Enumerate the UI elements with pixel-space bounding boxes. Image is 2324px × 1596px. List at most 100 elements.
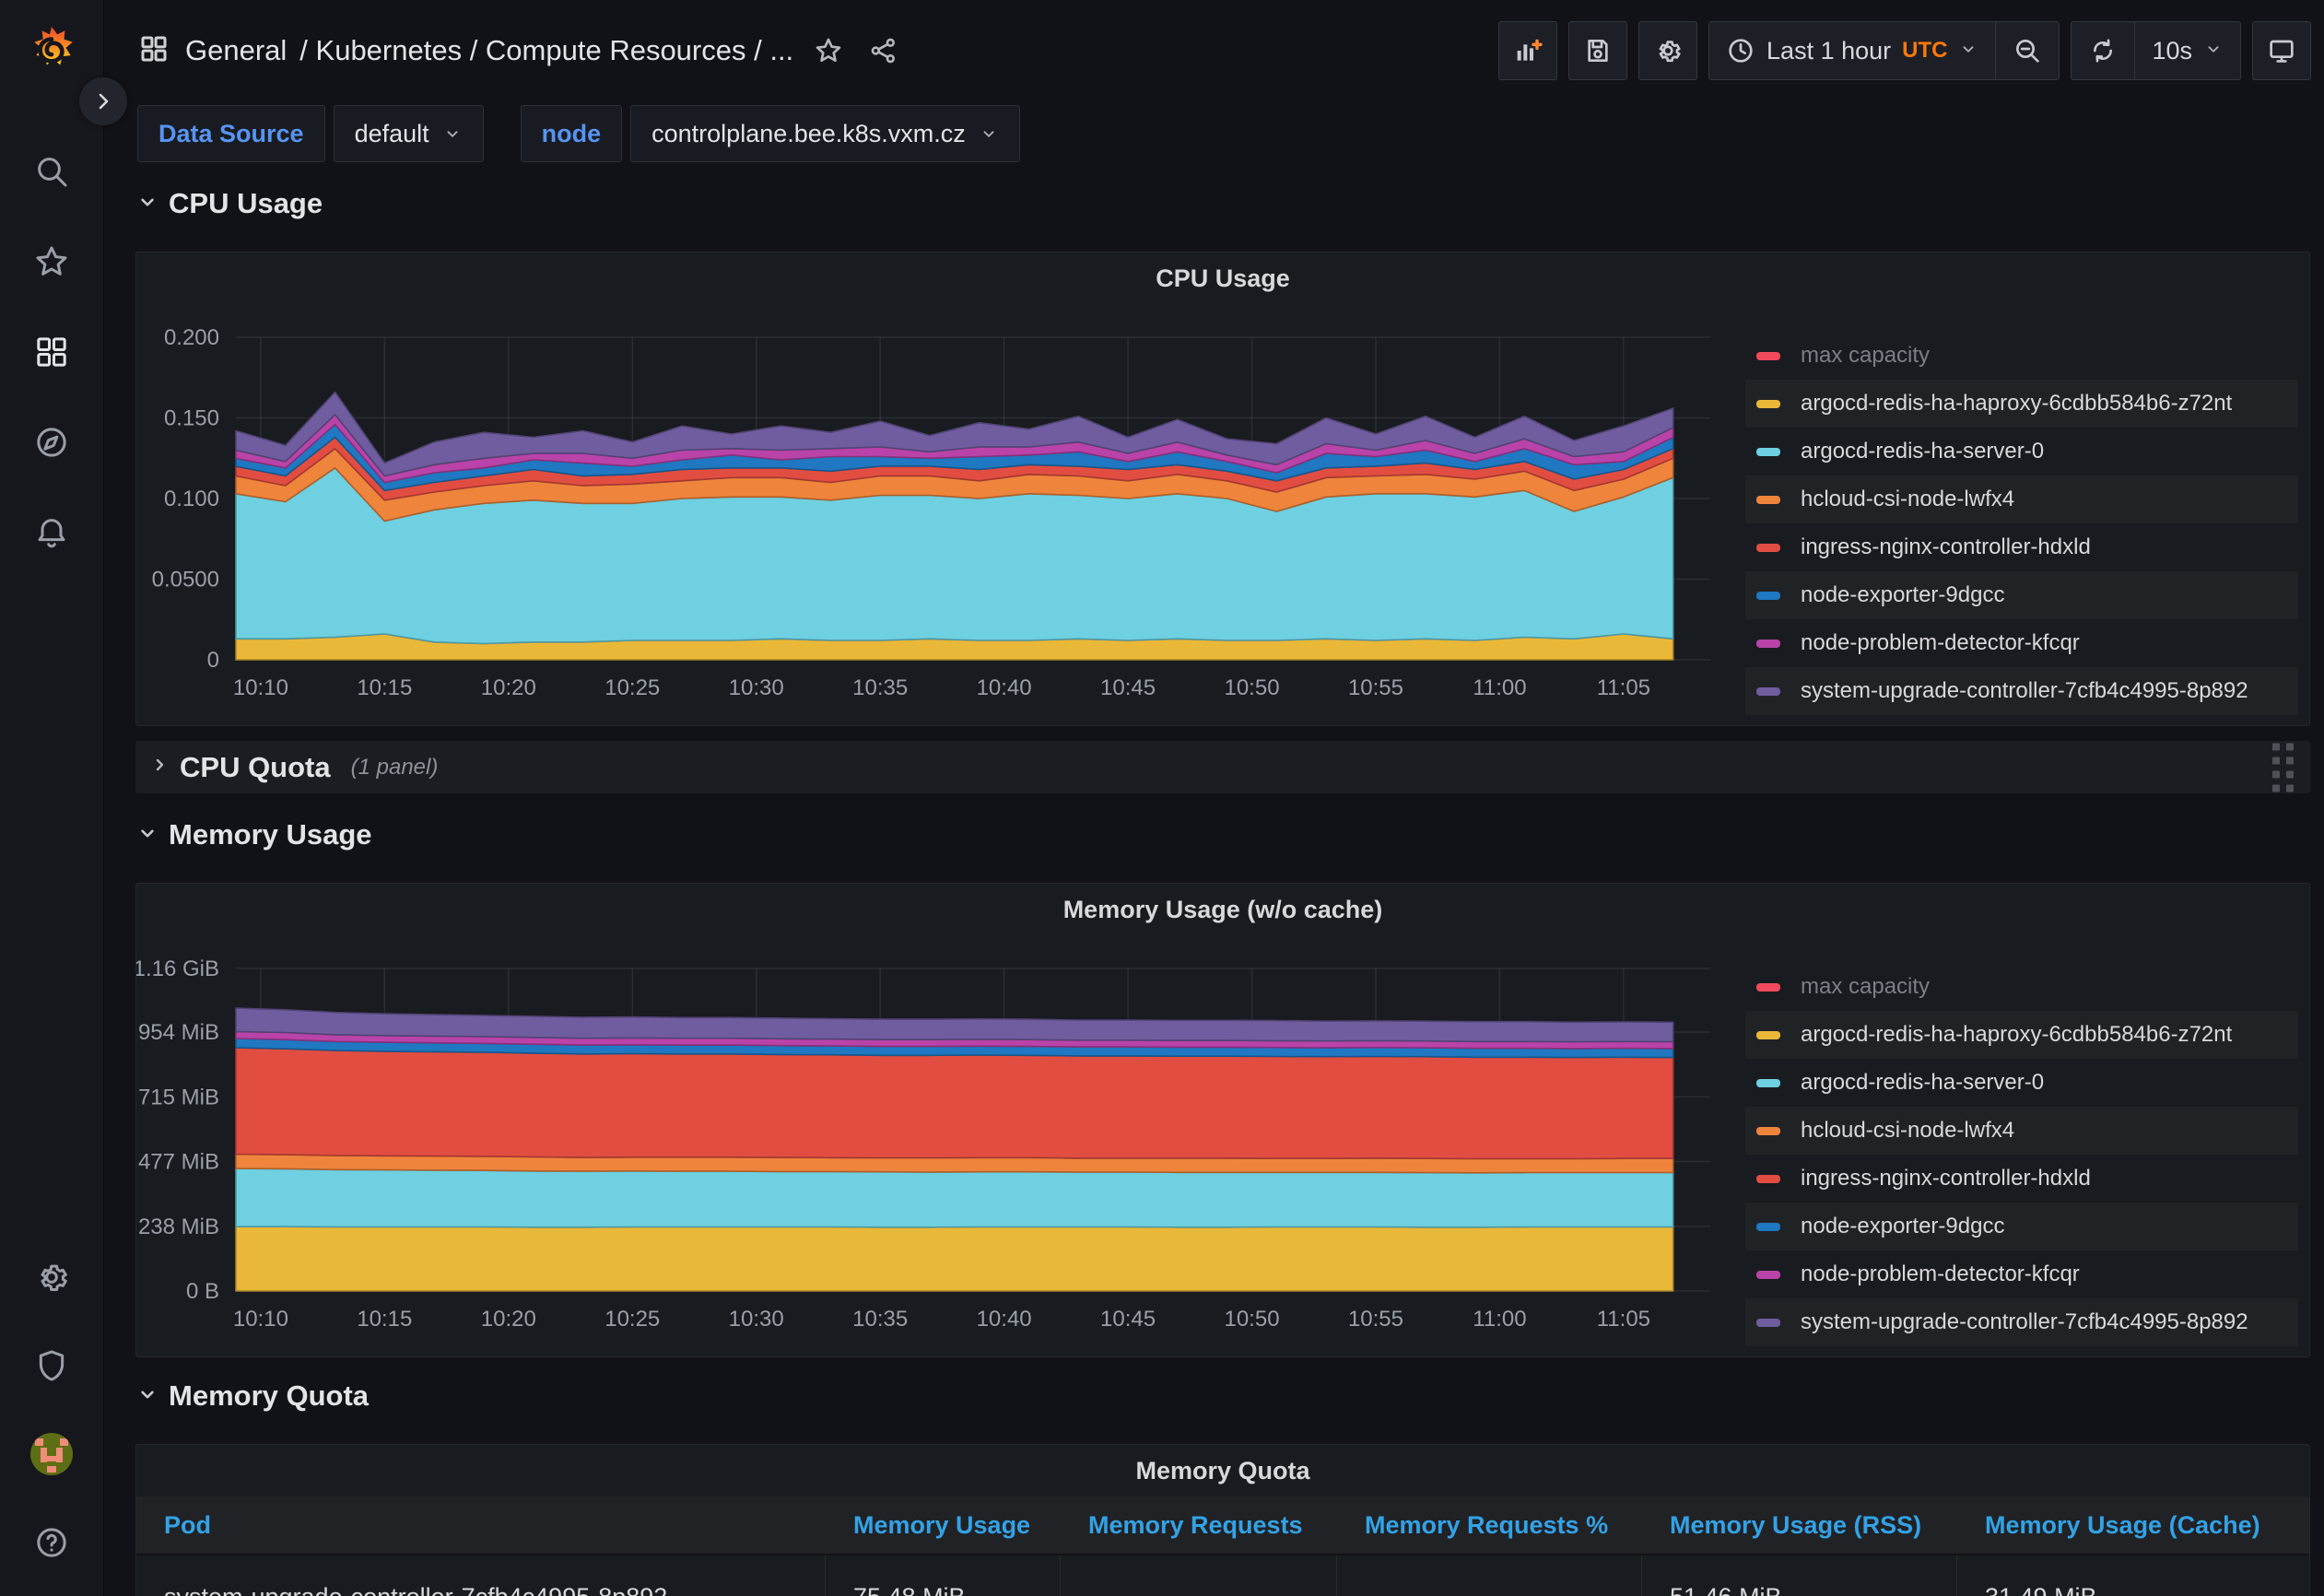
legend-item[interactable]: max capacity bbox=[1745, 332, 2298, 380]
sidebar-item-configuration[interactable] bbox=[24, 1250, 79, 1305]
legend-label: system-upgrade-controller-7cfb4c4995-8p8… bbox=[1801, 1309, 2248, 1335]
legend-item[interactable]: ingress-nginx-controller-hdxld bbox=[1745, 1155, 2298, 1203]
table-header-row: PodMemory UsageMemory RequestsMemory Req… bbox=[136, 1496, 2309, 1554]
sidebar-expand-button[interactable] bbox=[79, 77, 127, 125]
table-row: system-upgrade-controller-7cfb4c4995-8p8… bbox=[136, 1554, 2309, 1596]
dashboard-settings-button[interactable] bbox=[1638, 21, 1697, 80]
table-cell: - bbox=[1061, 1555, 1337, 1596]
node-variable-select[interactable]: controlplane.bee.k8s.vxm.cz bbox=[630, 105, 1020, 162]
legend-item[interactable]: node-problem-detector-kfcqr bbox=[1745, 1250, 2298, 1298]
table-column-header[interactable]: Pod bbox=[136, 1511, 826, 1540]
table-column-header[interactable]: Memory Usage (RSS) bbox=[1642, 1511, 1957, 1540]
sidebar-item-alerting[interactable] bbox=[24, 505, 79, 560]
svg-text:10:45: 10:45 bbox=[1100, 675, 1156, 700]
svg-text:10:25: 10:25 bbox=[604, 675, 660, 700]
zoom-out-icon bbox=[2013, 36, 2042, 65]
time-range-label: Last 1 hour bbox=[1766, 37, 1891, 65]
sidebar-item-dashboards[interactable] bbox=[24, 324, 79, 380]
cpu-usage-legend: max capacityargocd-redis-ha-haproxy-6cdb… bbox=[1745, 332, 2298, 715]
dashboard-icon bbox=[137, 32, 170, 70]
legend-swatch bbox=[1756, 1127, 1780, 1135]
legend-item[interactable]: hcloud-csi-node-lwfx4 bbox=[1745, 1107, 2298, 1155]
legend-item[interactable]: system-upgrade-controller-7cfb4c4995-8p8… bbox=[1745, 1298, 2298, 1346]
legend-item[interactable]: max capacity bbox=[1745, 963, 2298, 1011]
row-title: CPU Usage bbox=[169, 187, 323, 220]
row-cpu-quota[interactable]: CPU Quota (1 panel) bbox=[135, 741, 2310, 793]
star-dashboard-button[interactable] bbox=[808, 30, 849, 71]
grafana-logo-icon[interactable] bbox=[25, 24, 78, 77]
legend-label: max capacity bbox=[1801, 974, 1930, 1000]
zoom-out-time-button[interactable] bbox=[1995, 22, 2059, 79]
svg-text:1.16 GiB: 1.16 GiB bbox=[136, 956, 219, 981]
add-panel-button[interactable] bbox=[1498, 21, 1557, 80]
table-column-header[interactable]: Memory Usage bbox=[826, 1511, 1061, 1540]
time-picker-group: Last 1 hour UTC bbox=[1708, 21, 2060, 80]
row-memory-quota[interactable]: Memory Quota bbox=[135, 1377, 2310, 1415]
legend-item[interactable]: hcloud-csi-node-lwfx4 bbox=[1745, 475, 2298, 523]
share-dashboard-button[interactable] bbox=[863, 30, 904, 71]
datasource-variable-label: Data Source bbox=[137, 105, 325, 162]
svg-text:10:20: 10:20 bbox=[481, 1307, 536, 1332]
panel-title[interactable]: Memory Quota bbox=[136, 1445, 2309, 1496]
svg-text:0: 0 bbox=[207, 648, 219, 673]
sidebar-item-starred[interactable] bbox=[24, 234, 79, 289]
sidebar bbox=[0, 0, 104, 1596]
row-cpu-usage[interactable]: CPU Usage bbox=[135, 184, 2310, 223]
legend-item[interactable]: argocd-redis-ha-server-0 bbox=[1745, 1059, 2298, 1107]
svg-text:10:45: 10:45 bbox=[1100, 1307, 1156, 1332]
svg-text:10:30: 10:30 bbox=[729, 675, 784, 700]
panel-title[interactable]: CPU Usage bbox=[136, 252, 2309, 304]
legend-item[interactable]: node-problem-detector-kfcqr bbox=[1745, 619, 2298, 667]
svg-text:10:40: 10:40 bbox=[977, 675, 1032, 700]
row-memory-usage[interactable]: Memory Usage bbox=[135, 816, 2310, 854]
refresh-button[interactable] bbox=[2072, 22, 2134, 79]
dashboards-grid-icon bbox=[33, 334, 70, 370]
legend-item[interactable]: node-exporter-9dgcc bbox=[1745, 571, 2298, 619]
table-column-header[interactable]: Memory Requests % bbox=[1337, 1511, 1642, 1540]
table-column-header[interactable]: Memory Requests bbox=[1061, 1511, 1337, 1540]
svg-text:10:15: 10:15 bbox=[357, 675, 412, 700]
bell-icon bbox=[33, 514, 70, 551]
breadcrumb-folder[interactable]: General bbox=[185, 34, 287, 67]
sidebar-item-explore[interactable] bbox=[24, 415, 79, 470]
dashboard-content: CPU Usage CPU Usage 00.05000.1000.1500.2… bbox=[104, 164, 2324, 1596]
legend-item[interactable]: system-upgrade-controller-7cfb4c4995-8p8… bbox=[1745, 667, 2298, 715]
refresh-interval-select[interactable]: 10s bbox=[2134, 22, 2240, 79]
sidebar-item-help[interactable] bbox=[24, 1515, 79, 1570]
svg-text:10:50: 10:50 bbox=[1224, 1307, 1279, 1332]
drag-handle[interactable] bbox=[2272, 743, 2294, 792]
legend-item[interactable]: ingress-nginx-controller-hdxld bbox=[1745, 523, 2298, 571]
panel-title[interactable]: Memory Usage (w/o cache) bbox=[136, 884, 2309, 935]
legend-item[interactable]: argocd-redis-ha-haproxy-6cdbb584b6-z72nt bbox=[1745, 1011, 2298, 1059]
datasource-variable-select[interactable]: default bbox=[334, 105, 484, 162]
add-panel-icon bbox=[1513, 36, 1543, 65]
svg-text:10:20: 10:20 bbox=[481, 675, 536, 700]
legend-swatch bbox=[1756, 1079, 1780, 1087]
legend-label: argocd-redis-ha-server-0 bbox=[1801, 439, 2044, 464]
legend-label: node-exporter-9dgcc bbox=[1801, 582, 2004, 608]
sidebar-item-search[interactable] bbox=[24, 144, 79, 199]
breadcrumb-dashboard[interactable]: / Kubernetes / Compute Resources / ... bbox=[299, 34, 793, 67]
legend-item[interactable]: node-exporter-9dgcc bbox=[1745, 1203, 2298, 1250]
node-variable-label: node bbox=[521, 105, 623, 162]
sidebar-item-profile[interactable] bbox=[24, 1426, 79, 1482]
svg-text:954 MiB: 954 MiB bbox=[138, 1020, 219, 1045]
svg-text:10:30: 10:30 bbox=[729, 1307, 784, 1332]
legend-item[interactable]: argocd-redis-ha-server-0 bbox=[1745, 428, 2298, 475]
chevron-right-icon bbox=[92, 90, 114, 112]
legend-swatch bbox=[1756, 352, 1780, 360]
legend-swatch bbox=[1756, 592, 1780, 600]
row-title: Memory Quota bbox=[169, 1379, 369, 1413]
table-column-header[interactable]: Memory Usage (Cache) bbox=[1957, 1511, 2309, 1540]
sidebar-item-server-admin[interactable] bbox=[24, 1338, 79, 1393]
save-dashboard-button[interactable] bbox=[1568, 21, 1627, 80]
svg-text:0 B: 0 B bbox=[186, 1279, 219, 1304]
chevron-down-icon bbox=[442, 123, 463, 144]
legend-swatch bbox=[1756, 1175, 1780, 1183]
legend-swatch bbox=[1756, 640, 1780, 648]
legend-item[interactable]: argocd-redis-ha-haproxy-6cdbb584b6-z72nt bbox=[1745, 380, 2298, 428]
svg-text:10:25: 10:25 bbox=[604, 1307, 660, 1332]
legend-label: node-exporter-9dgcc bbox=[1801, 1214, 2004, 1239]
time-range-button[interactable]: Last 1 hour UTC bbox=[1709, 22, 1995, 79]
cycle-view-mode-button[interactable] bbox=[2252, 21, 2311, 80]
